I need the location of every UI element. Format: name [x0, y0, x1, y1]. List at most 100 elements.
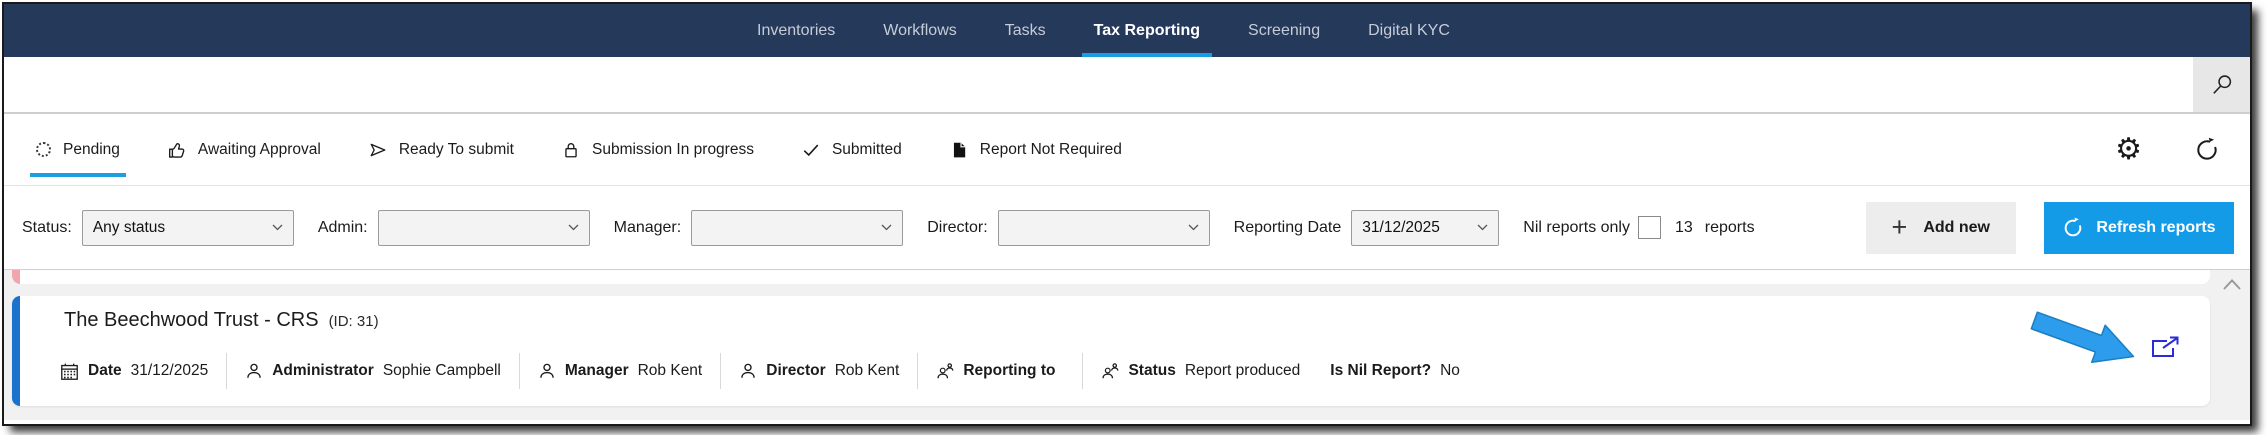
card-fields: Date 31/12/2025 Administrator Sophie Cam… [60, 350, 1460, 392]
reporting-date-filter: Reporting Date 31/12/2025 [1233, 209, 1500, 246]
reporting-date-label: Reporting Date [1233, 218, 1342, 236]
nav-label: Tasks [1004, 21, 1046, 39]
nav-label: Screening [1248, 21, 1321, 39]
status-filter-value: Any status [92, 218, 166, 236]
director-filter-label: Director: [927, 218, 988, 236]
status-tab-bar: Pending Awaiting Approval Ready To submi… [4, 114, 2250, 186]
chevron-down-icon [568, 224, 579, 231]
tab-label: Submission In progress [592, 140, 754, 158]
external-link-icon [2150, 336, 2180, 358]
director-filter-select[interactable] [997, 209, 1210, 246]
report-count: 13 reports [1675, 219, 1755, 237]
previous-report-card-partial [12, 270, 2210, 284]
admin-filter-label: Admin: [317, 218, 368, 236]
tab-label: Pending [63, 140, 120, 158]
search-icon [2210, 73, 2234, 97]
field-value: Report produced [1184, 362, 1301, 379]
search-button[interactable] [2193, 57, 2250, 112]
status-filter: Status: Any status [22, 209, 294, 246]
filter-bar: Status: Any status Admin: Manager: Direc… [4, 186, 2250, 270]
reporting-date-value: 31/12/2025 [1362, 218, 1440, 236]
tab-label: Awaiting Approval [197, 140, 321, 158]
reporting-date-select[interactable]: 31/12/2025 [1351, 209, 1500, 246]
thumbs-up-icon [168, 141, 186, 159]
tab-report-not-required[interactable]: Report Not Required [948, 114, 1124, 185]
field-reporting-to: Reporting to [936, 362, 1064, 380]
refresh-reports-label: Refresh reports [2096, 218, 2216, 236]
report-card[interactable]: The Beechwood Trust - CRS (ID: 31) Date … [12, 296, 2210, 406]
nav-label: Workflows [883, 21, 957, 39]
tab-bar-actions: ⚙ [2115, 114, 2220, 185]
tab-awaiting-approval[interactable]: Awaiting Approval [166, 114, 323, 185]
tab-submitted[interactable]: Submitted [800, 114, 904, 185]
open-report-button[interactable] [2150, 336, 2180, 358]
field-value: Sophie Campbell [382, 362, 501, 379]
add-new-label: Add new [1923, 218, 1990, 236]
field-is-nil-report: Is Nil Report? No [1330, 362, 1460, 380]
document-icon [950, 141, 968, 159]
tab-label: Ready To submit [398, 140, 514, 158]
people-icon [1101, 362, 1119, 380]
tab-submission-in-progress[interactable]: Submission In progress [560, 114, 756, 185]
nil-reports-checkbox[interactable] [1637, 216, 1661, 239]
director-filter: Director: [927, 209, 1210, 246]
chevron-down-icon [1477, 224, 1488, 231]
app-window: Inventories Workflows Tasks Tax Reportin… [2, 2, 2252, 426]
report-list: The Beechwood Trust - CRS (ID: 31) Date … [4, 270, 2250, 420]
lock-icon [562, 141, 580, 159]
nav-label: Tax Reporting [1093, 21, 1201, 39]
gear-icon[interactable]: ⚙ [2115, 134, 2142, 165]
field-manager: Manager Rob Kent [538, 362, 702, 380]
field-label: Administrator [272, 362, 374, 379]
nil-reports-label: Nil reports only [1523, 218, 1630, 236]
person-icon [538, 362, 556, 380]
tab-pending[interactable]: Pending [30, 114, 126, 185]
active-tab-underline [30, 173, 126, 177]
person-icon [739, 362, 757, 380]
chevron-down-icon [1188, 224, 1199, 231]
report-count-number: 13 [1674, 218, 1693, 236]
refresh-icon[interactable] [2194, 137, 2220, 163]
nav-item-digital-kyc[interactable]: Digital KYC [1363, 4, 1455, 57]
status-filter-select[interactable]: Any status [81, 209, 294, 246]
people-icon [936, 362, 954, 380]
manager-filter: Manager: [614, 209, 904, 246]
check-icon [802, 141, 820, 159]
top-nav: Inventories Workflows Tasks Tax Reportin… [4, 4, 2250, 57]
nav-item-screening[interactable]: Screening [1243, 4, 1325, 57]
search-input[interactable] [4, 57, 2193, 112]
field-value: No [1440, 362, 1460, 379]
chevron-down-icon [881, 224, 892, 231]
person-icon [245, 362, 263, 380]
field-label: Is Nil Report? [1330, 362, 1432, 379]
admin-filter: Admin: [317, 209, 590, 246]
field-label: Status [1128, 362, 1176, 379]
admin-filter-select[interactable] [377, 209, 590, 246]
nav-item-workflows[interactable]: Workflows [878, 4, 962, 57]
nav-item-inventories[interactable]: Inventories [752, 4, 840, 57]
refresh-icon [2062, 217, 2084, 239]
tab-ready-to-submit[interactable]: Ready To submit [367, 114, 516, 185]
field-value: 31/12/2025 [130, 362, 209, 379]
nav-label: Digital KYC [1368, 21, 1450, 39]
field-divider [518, 353, 520, 389]
field-divider [226, 353, 228, 389]
chevron-down-icon [272, 224, 283, 231]
chevron-up-icon [2222, 278, 2242, 291]
card-title-row: The Beechwood Trust - CRS (ID: 31) [64, 309, 379, 332]
nav-item-tasks[interactable]: Tasks [1000, 4, 1051, 57]
refresh-reports-button[interactable]: Refresh reports [2044, 201, 2234, 254]
nav-label: Inventories [757, 21, 836, 39]
scroll-up-button[interactable] [2222, 278, 2242, 291]
calendar-icon [60, 362, 79, 381]
field-label: Director [766, 362, 826, 379]
field-status: Status Report produced [1101, 362, 1300, 380]
tab-label: Report Not Required [979, 140, 1122, 158]
search-bar [4, 57, 2250, 114]
manager-filter-select[interactable] [691, 209, 904, 246]
nav-item-tax-reporting[interactable]: Tax Reporting [1081, 4, 1213, 57]
status-filter-label: Status: [22, 218, 72, 236]
add-new-button[interactable]: + Add new [1865, 201, 2016, 254]
field-director: Director Rob Kent [739, 362, 899, 380]
card-accent-bar [12, 296, 20, 406]
